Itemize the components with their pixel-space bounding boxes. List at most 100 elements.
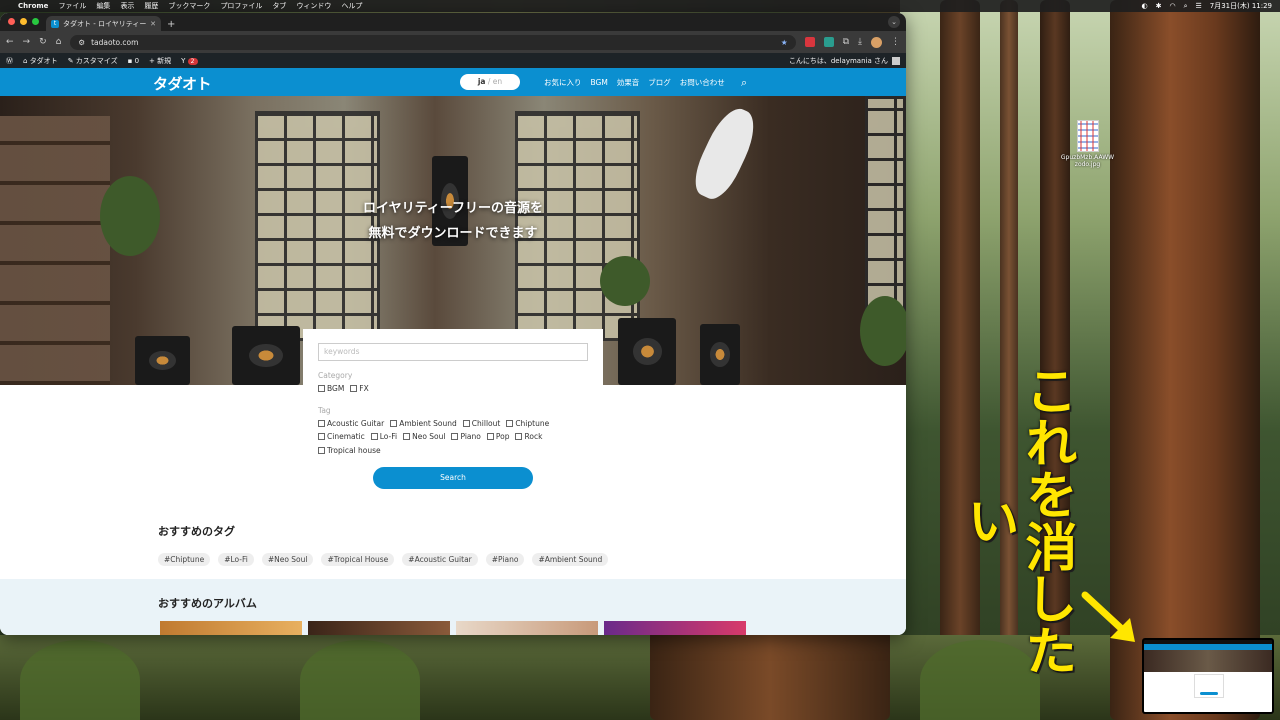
tag-checkbox[interactable]: Ambient Sound <box>390 417 457 431</box>
browser-toolbar: ← → ↻ ⌂ ⚙ tadaoto.com ★ ⧉ ⤓ ⋮ <box>0 31 906 53</box>
tag-pill[interactable]: #Neo Soul <box>261 553 314 566</box>
checkbox-label: Acoustic Guitar <box>327 418 385 428</box>
checkbox-icon[interactable] <box>515 433 523 441</box>
wifi-icon[interactable]: ◠ <box>1169 2 1175 10</box>
category-checkbox-bgm[interactable]: BGM <box>318 382 344 396</box>
menubar-item-file[interactable]: ファイル <box>58 1 86 11</box>
admin-yoast[interactable]: Y 2 <box>181 57 198 65</box>
checkbox-icon[interactable] <box>486 433 494 441</box>
search-icon[interactable]: ⌕ <box>1184 2 1188 11</box>
new-tab-button[interactable]: + <box>167 19 175 30</box>
tag-checkbox[interactable]: Neo Soul <box>403 430 445 444</box>
back-icon[interactable]: ← <box>6 37 14 47</box>
keyword-input[interactable]: keywords <box>318 343 588 361</box>
checkbox-icon[interactable] <box>403 433 411 441</box>
album-cover[interactable] <box>160 621 302 635</box>
admin-new[interactable]: + 新規 <box>149 56 171 66</box>
checkbox-icon[interactable] <box>506 419 514 427</box>
admin-customize[interactable]: ✎ カスタマイズ <box>68 56 118 66</box>
site-logo[interactable]: タダオト <box>153 73 212 94</box>
album-cover[interactable] <box>308 621 450 635</box>
extension-pocket-icon[interactable] <box>804 37 815 47</box>
menubar-item-profiles[interactable]: プロファイル <box>220 1 262 11</box>
forward-icon[interactable]: → <box>23 37 31 47</box>
tag-checkbox[interactable]: Chiptune <box>506 417 549 431</box>
menubar-item-help[interactable]: ヘルプ <box>341 1 362 11</box>
site-info-icon[interactable]: ⚙ <box>78 38 85 47</box>
tag-checkbox[interactable]: Cinematic <box>318 430 365 444</box>
nav-contact[interactable]: お問い合わせ <box>680 77 725 88</box>
checkbox-icon[interactable] <box>462 419 470 427</box>
nav-blog[interactable]: ブログ <box>648 77 671 88</box>
profile-avatar[interactable] <box>871 36 882 48</box>
menubar-item-history[interactable]: 履歴 <box>144 1 158 11</box>
category-checkbox-fx[interactable]: FX <box>350 382 369 396</box>
nav-bgm[interactable]: BGM <box>591 78 608 87</box>
menubar-item-view[interactable]: 表示 <box>120 1 134 11</box>
fern <box>300 640 420 720</box>
menubar-item-window[interactable]: ウィンドウ <box>296 1 331 11</box>
bookmark-star-icon[interactable]: ★ <box>781 38 788 47</box>
search-icon[interactable]: ⌕ <box>741 76 747 90</box>
checkbox-icon[interactable] <box>370 433 378 441</box>
extensions-puzzle-icon[interactable]: ⧉ <box>843 37 849 47</box>
admin-comments[interactable]: ▪ 0 <box>128 57 139 65</box>
language-switcher[interactable]: ja / en <box>460 74 520 90</box>
menubar-clock[interactable]: 7月31日(木) 11:29 <box>1210 1 1272 11</box>
tag-checkbox[interactable]: Lo-Fi <box>370 430 397 444</box>
checkbox-icon[interactable] <box>318 433 325 441</box>
tag-pill[interactable]: #Lo-Fi <box>218 553 254 566</box>
download-icon[interactable]: ⤓ <box>858 37 862 47</box>
desktop-file[interactable]: GpuzbMzb.AAWWzodo.jpg <box>1060 120 1115 168</box>
status-icon[interactable]: ◐ <box>1141 2 1147 10</box>
checkbox-icon[interactable] <box>318 446 325 454</box>
bluetooth-icon[interactable]: ✱ <box>1156 2 1162 10</box>
control-center-icon[interactable]: ☰ <box>1195 2 1201 10</box>
tag-checkbox[interactable]: Rock <box>515 430 542 444</box>
admin-customize-label: カスタマイズ <box>75 56 118 65</box>
tag-pill[interactable]: #Piano <box>485 553 525 566</box>
tag-checkbox[interactable]: Pop <box>486 430 509 444</box>
admin-site-name[interactable]: ⌂ タダオト <box>23 56 58 66</box>
tag-checkbox[interactable]: Acoustic Guitar <box>318 417 384 431</box>
wordpress-logo-icon[interactable]: Ⓦ <box>6 56 13 66</box>
tag-pill[interactable]: #Acoustic Guitar <box>402 553 478 566</box>
screenshot-thumbnail-preview[interactable] <box>1142 638 1274 714</box>
tag-checkbox[interactable]: Tropical house <box>318 444 381 458</box>
close-tab-icon[interactable]: ✕ <box>150 20 156 28</box>
tag-checkbox[interactable]: Chillout <box>462 417 500 431</box>
reload-icon[interactable]: ↻ <box>39 37 47 47</box>
checkbox-icon[interactable] <box>350 385 358 393</box>
close-window-button[interactable] <box>8 18 15 25</box>
menubar-item-bookmarks[interactable]: ブックマーク <box>168 1 210 11</box>
checkbox-icon[interactable] <box>318 385 325 393</box>
admin-account[interactable]: こんにちは、delaymania さん <box>789 56 900 66</box>
home-icon[interactable]: ⌂ <box>56 37 62 47</box>
browser-menu-icon[interactable]: ⋮ <box>891 37 900 47</box>
browser-tab[interactable]: t タダオト - ロイヤリティーフリー… ✕ <box>46 16 161 31</box>
checkbox-icon[interactable] <box>451 433 459 441</box>
menubar-app-name[interactable]: Chrome <box>18 2 48 10</box>
checkbox-label: Ambient Sound <box>399 418 457 428</box>
checkbox-label: BGM <box>327 384 345 394</box>
tag-pill[interactable]: #Tropical House <box>321 553 395 566</box>
album-cover[interactable] <box>456 621 598 635</box>
nav-sfx[interactable]: 効果音 <box>617 77 640 88</box>
menubar-status-area: ◐ ✱ ◠ ⌕ ☰ 7月31日(木) 11:29 <box>1141 1 1272 11</box>
checkbox-icon[interactable] <box>318 419 325 427</box>
search-button[interactable]: Search <box>373 467 533 489</box>
address-bar[interactable]: ⚙ tadaoto.com ★ <box>70 34 796 50</box>
extension-icon[interactable] <box>823 37 834 47</box>
minimize-window-button[interactable] <box>20 18 27 25</box>
menubar-item-tab[interactable]: タブ <box>272 1 286 11</box>
checkbox-icon[interactable] <box>390 419 398 427</box>
album-cover[interactable] <box>604 621 746 635</box>
nav-favorites[interactable]: お気に入り <box>544 77 582 88</box>
tag-pill[interactable]: #Ambient Sound <box>532 553 609 566</box>
menubar-item-edit[interactable]: 編集 <box>96 1 110 11</box>
fullscreen-window-button[interactable] <box>32 18 39 25</box>
tab-search-button[interactable]: ⌄ <box>888 16 900 28</box>
tag-checkbox[interactable]: Piano <box>451 430 481 444</box>
tag-pill[interactable]: #Chiptune <box>158 553 211 566</box>
lang-en[interactable]: en <box>493 77 502 86</box>
